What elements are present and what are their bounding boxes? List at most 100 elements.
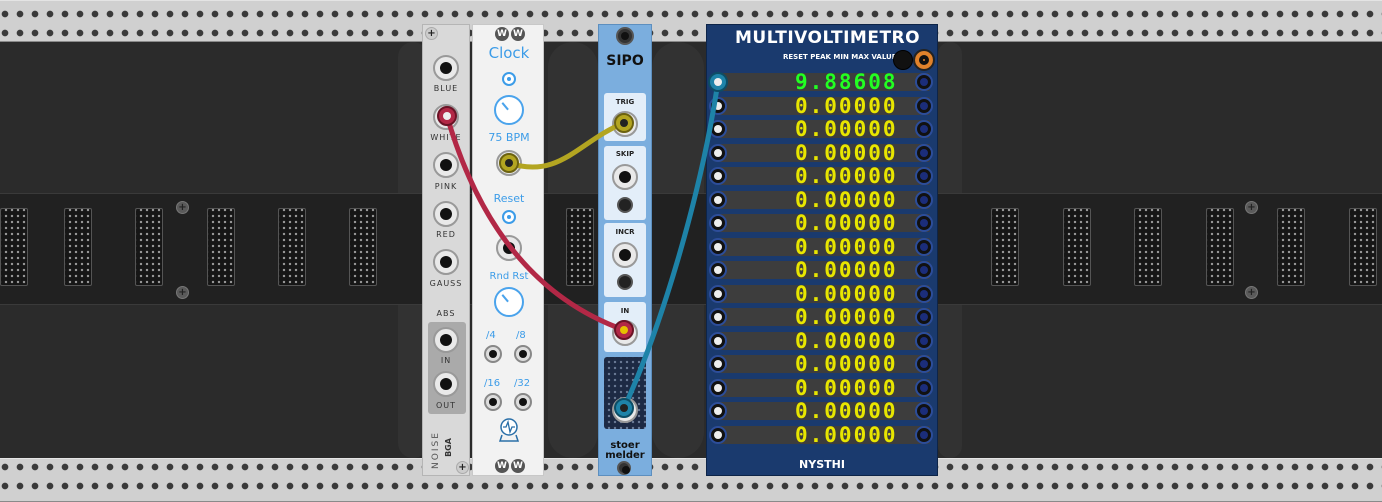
reset-trigger-jack[interactable] (913, 49, 935, 71)
readout-row: 0.00000 (709, 213, 933, 234)
div4-label: /4 (486, 330, 496, 341)
ribbon-connector (1206, 208, 1234, 286)
row-input-jack[interactable] (709, 237, 727, 256)
row-input-jack[interactable] (709, 73, 727, 91)
row-output-jack[interactable] (915, 308, 933, 326)
ribbon-connector (0, 208, 28, 286)
nysthi-brand: NYSTHI (799, 458, 845, 471)
clock-module[interactable]: W W Clock 75 BPM Reset Rnd Rst /4 /8 /16… (472, 24, 544, 476)
row-output-jack[interactable] (915, 331, 933, 350)
row-output-jack[interactable] (915, 73, 933, 91)
sipo-top-jack[interactable] (616, 27, 634, 45)
row-output-jack[interactable] (915, 425, 933, 444)
div4-jack[interactable] (484, 345, 502, 363)
voltage-readout: 0.00000 (795, 399, 898, 423)
incr-knob[interactable] (617, 274, 633, 290)
voltage-readout: 0.00000 (795, 93, 898, 118)
reset-label: Reset (493, 192, 525, 205)
noise-module[interactable]: BLUE WHITE PINK RED GAUSS ABS IN OUT NOI… (422, 24, 470, 476)
white-output-jack[interactable] (433, 104, 459, 130)
voltage-readout: 0.00000 (795, 164, 898, 188)
ribbon-connector (278, 208, 306, 286)
ribbon-connector (349, 208, 377, 286)
red-output-jack[interactable] (433, 201, 459, 227)
rnd-rst-label: Rnd Rst (489, 271, 529, 282)
ribbon-connector (991, 208, 1019, 286)
blue-output-jack[interactable] (433, 55, 459, 81)
tempo-knob[interactable] (494, 95, 524, 125)
row-output-jack[interactable] (915, 190, 933, 209)
voltage-readout: 0.00000 (795, 422, 898, 447)
reset-jack[interactable] (496, 235, 522, 261)
row-input-jack[interactable] (709, 425, 727, 444)
row-input-jack[interactable] (709, 331, 727, 350)
row-input-jack[interactable] (709, 261, 727, 279)
voltage-readout: 9.88608 (795, 70, 898, 94)
incr-jack[interactable] (612, 242, 638, 268)
skip-jack[interactable] (612, 164, 638, 190)
row-output-jack[interactable] (915, 237, 933, 256)
reset-button[interactable] (893, 50, 913, 70)
reset-led (502, 210, 516, 224)
skip-label: SKIP (615, 150, 635, 158)
voltage-readout: 0.00000 (795, 305, 898, 329)
row-output-jack[interactable] (915, 355, 933, 373)
row-output-jack[interactable] (915, 214, 933, 232)
row-output-jack[interactable] (915, 402, 933, 420)
voltage-readout: 0.00000 (795, 140, 898, 165)
poly-output-jack[interactable] (612, 397, 638, 423)
gauss-label: GAUSS (429, 279, 463, 288)
row-output-jack[interactable] (915, 143, 933, 162)
voltage-readout: 0.00000 (795, 281, 898, 306)
clock-led (502, 72, 516, 86)
row-input-jack[interactable] (709, 167, 727, 185)
row-output-jack[interactable] (915, 120, 933, 138)
div8-jack[interactable] (514, 345, 532, 363)
ribbon-connector (1277, 208, 1305, 286)
row-input-jack[interactable] (709, 378, 727, 397)
white-label: WHITE (430, 133, 462, 142)
abs-input-jack[interactable] (433, 327, 459, 353)
in-label: IN (620, 307, 630, 315)
abs-label: ABS (436, 309, 456, 318)
row-input-jack[interactable] (709, 284, 727, 303)
pink-output-jack[interactable] (433, 152, 459, 178)
skip-knob[interactable] (617, 197, 633, 213)
ribbon-connector (1134, 208, 1162, 286)
div32-jack[interactable] (514, 393, 532, 411)
row-output-jack[interactable] (915, 261, 933, 279)
sipo-module[interactable]: SIPO TRIG SKIP INCR IN stoer melder (598, 24, 652, 476)
sipo-bottom-jack[interactable] (617, 461, 631, 475)
abs-output-jack[interactable] (433, 371, 459, 397)
readout-row: 0.00000 (709, 330, 933, 351)
sipo-in-jack[interactable] (612, 320, 638, 346)
row-input-jack[interactable] (709, 308, 727, 326)
div16-jack[interactable] (484, 393, 502, 411)
multivoltimetro-module[interactable]: MULTIVOLTIMETRO RESET PEAK MIN MAX VALUE… (706, 24, 938, 476)
row-input-jack[interactable] (709, 143, 727, 162)
trig-label: TRIG (615, 98, 635, 106)
screw-icon: + (176, 286, 189, 299)
red-label: RED (436, 230, 456, 239)
row-output-jack[interactable] (915, 96, 933, 115)
readout-row: 0.00000 (709, 260, 933, 281)
trig-jack[interactable] (612, 111, 638, 137)
row-input-jack[interactable] (709, 355, 727, 373)
gauss-output-jack[interactable] (433, 249, 459, 275)
row-input-jack[interactable] (709, 190, 727, 209)
voltage-readout: 0.00000 (795, 375, 898, 400)
row-input-jack[interactable] (709, 214, 727, 232)
ribbon-connector (1063, 208, 1091, 286)
clock-output-jack[interactable] (496, 150, 522, 176)
row-input-jack[interactable] (709, 402, 727, 420)
ribbon-connector (1349, 208, 1377, 286)
bottom-rack-rail (0, 458, 1382, 502)
row-output-jack[interactable] (915, 284, 933, 303)
row-output-jack[interactable] (915, 378, 933, 397)
readout-row: 0.00000 (709, 93, 933, 118)
rnd-rst-knob[interactable] (494, 287, 524, 317)
row-input-jack[interactable] (709, 96, 727, 115)
row-input-jack[interactable] (709, 120, 727, 138)
row-output-jack[interactable] (915, 167, 933, 185)
top-rack-rail (0, 0, 1382, 42)
